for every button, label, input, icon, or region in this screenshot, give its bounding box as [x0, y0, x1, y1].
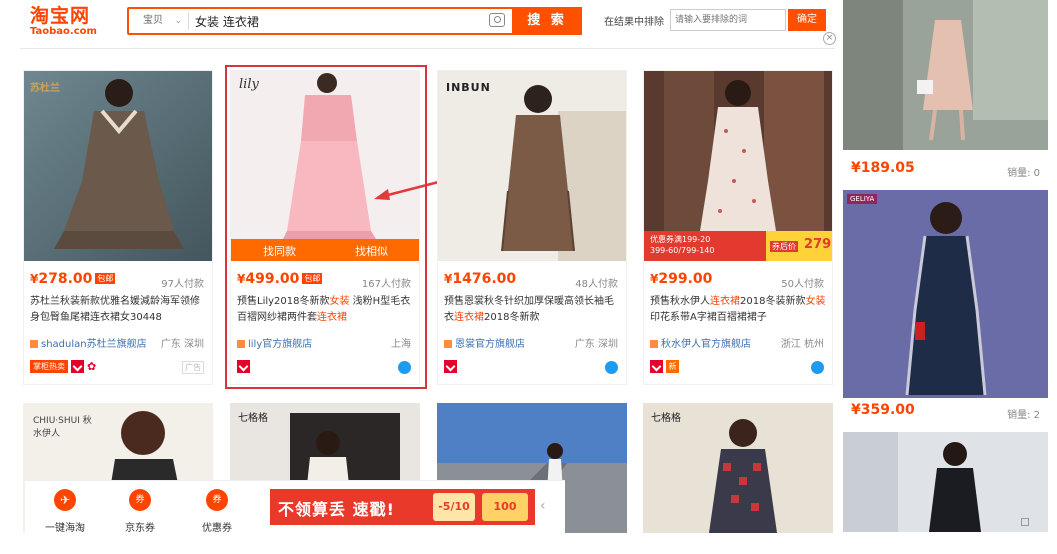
- ticket-icon: 券: [206, 489, 228, 511]
- chevron-down-icon: ⌄: [174, 16, 182, 26]
- sales-count: 48人付款: [575, 279, 618, 290]
- exclude-input[interactable]: [670, 9, 786, 31]
- product-card[interactable]: 七格格: [643, 403, 833, 533]
- coupon-banner: 优惠券满199-20 399-60/799-140: [644, 231, 766, 261]
- side-price: ¥359.00: [851, 402, 915, 418]
- product-image[interactable]: [843, 190, 1048, 398]
- side-product-card[interactable]: [843, 432, 1048, 532]
- toolbar-item-label: 京东券: [125, 523, 155, 534]
- product-image[interactable]: 苏杜兰: [24, 71, 212, 261]
- location: 浙江 杭州: [780, 339, 824, 350]
- side-sales: 销量: 2: [1007, 410, 1040, 421]
- sales-count: 50人付款: [781, 279, 824, 290]
- product-title[interactable]: 苏杜兰秋装新款优雅名媛減龄海军领修身包臀鱼尾裙连衣裙女30448: [30, 294, 208, 326]
- exclude-confirm-button[interactable]: 确定: [788, 9, 826, 31]
- coupon-icon: 券: [129, 489, 151, 511]
- header-divider: [20, 48, 835, 49]
- price: ¥299.00: [650, 271, 713, 287]
- badge-row: 新: [650, 360, 679, 374]
- toolbar-item-coupon[interactable]: 券 优惠券: [187, 489, 247, 534]
- page: { "header": { "logo_cn": "淘宝网", "logo_en…: [0, 0, 1057, 554]
- search-input[interactable]: [195, 11, 485, 31]
- chevron-left-icon[interactable]: ‹: [540, 498, 546, 514]
- taobao-logo[interactable]: 淘宝网 Taobao.com: [30, 6, 110, 40]
- search-box: 宝贝 ⌄ 搜 索: [127, 7, 582, 35]
- wangwang-chat-icon[interactable]: [605, 361, 618, 374]
- brand-logo: CHIU·SHUI 秋水伊人: [33, 416, 92, 439]
- free-shipping-badge: 包邮: [95, 273, 116, 284]
- coupon-chip: -5/10: [433, 493, 475, 521]
- exclude-label: 在结果中排除: [604, 17, 664, 28]
- side-product-card[interactable]: ¥189.05 销量: 0: [843, 0, 1048, 180]
- search-category-label: 宝贝: [143, 15, 163, 26]
- brand-logo: 苏杜兰: [30, 83, 60, 94]
- location: 广东 深圳: [574, 339, 618, 350]
- side-product-card[interactable]: GELIYA ¥359.00 销量: 2: [843, 190, 1048, 425]
- product-image[interactable]: [843, 0, 1048, 150]
- tmall-icon: [650, 360, 663, 373]
- shop-link[interactable]: 恩裳官方旗舰店: [444, 335, 525, 350]
- shop-icon: [650, 340, 658, 348]
- selection-highlight: [225, 65, 427, 389]
- promo-banner[interactable]: 不领算丢 速戳! -5/10 100: [270, 489, 535, 525]
- new-icon: 新: [666, 360, 679, 373]
- product-image[interactable]: [843, 432, 1048, 532]
- shop-link[interactable]: shadulan苏杜兰旗舰店: [30, 335, 147, 350]
- tmall-icon: [444, 360, 457, 373]
- toolbar-item-label: 一键海淘: [45, 523, 85, 534]
- logo-en: Taobao.com: [30, 26, 97, 37]
- product-title[interactable]: 预售恩裳秋冬针织加厚保暖高领长袖毛衣连衣裙2018冬新款: [444, 294, 622, 326]
- wangwang-chat-icon[interactable]: [811, 361, 824, 374]
- product-card[interactable]: 优惠券满199-20 399-60/799-140 券后价 279 ¥299.0…: [643, 70, 833, 385]
- hot-seller-badge: 掌柜热卖: [30, 360, 68, 373]
- product-title[interactable]: 预售秋水伊人连衣裙2018冬装新款女装印花系带A字裙百褶裙裙子: [650, 294, 828, 326]
- shop-icon: [30, 340, 38, 348]
- promo-banner-text: 不领算丢 速戳!: [278, 500, 395, 519]
- shop-icon: [444, 340, 452, 348]
- flower-icon: ✿: [87, 360, 97, 373]
- after-coupon-price: 券后价 279: [766, 231, 832, 261]
- brand-logo: 七格格: [651, 413, 681, 424]
- product-image[interactable]: INBUN: [438, 71, 626, 261]
- airplane-icon: ✈: [54, 489, 76, 511]
- product-image[interactable]: 优惠券满199-20 399-60/799-140 券后价 279: [644, 71, 832, 261]
- price: ¥1476.00: [444, 271, 517, 287]
- side-price: ¥189.05: [851, 160, 915, 176]
- image-icon: [1021, 518, 1029, 526]
- tmall-icon: [71, 360, 84, 373]
- search-category-select[interactable]: 宝贝 ⌄: [133, 12, 189, 30]
- search-button[interactable]: 搜 索: [512, 7, 582, 35]
- badge-row: [444, 360, 460, 374]
- sales-count: 97人付款: [161, 279, 204, 290]
- price: ¥278.00 包邮: [30, 271, 116, 287]
- brand-logo: INBUN: [446, 81, 491, 94]
- close-icon[interactable]: ×: [823, 32, 836, 45]
- coupon-chip: 100: [482, 493, 528, 521]
- product-card[interactable]: INBUN ¥1476.00 48人付款 预售恩裳秋冬针织加厚保暖高领长袖毛衣连…: [437, 70, 627, 385]
- product-card[interactable]: 苏杜兰 ¥278.00 包邮 97人付款 苏杜兰秋装新款优雅名媛減龄海军领修身包臀…: [23, 70, 213, 385]
- brand-logo: GELIYA: [847, 194, 878, 204]
- brand-logo: 七格格: [238, 413, 268, 424]
- camera-icon[interactable]: [489, 13, 505, 27]
- ad-label: 广告: [182, 361, 204, 374]
- toolbar-item-jd-coupon[interactable]: 券 京东券: [110, 489, 170, 534]
- logo-cn: 淘宝网: [30, 5, 91, 27]
- side-sales: 销量: 0: [1007, 168, 1040, 179]
- shop-link[interactable]: 秋水伊人官方旗舰店: [650, 335, 751, 350]
- toolbar-item-haitao[interactable]: ✈ 一键海淘: [35, 489, 95, 534]
- badge-row: 掌柜热卖 ✿: [30, 360, 100, 374]
- toolbar-item-label: 优惠券: [202, 523, 232, 534]
- bottom-toolbar: ✈ 一键海淘 券 京东券 券 优惠券 不领算丢 速戳! -5/10 100: [25, 480, 565, 554]
- location: 广东 深圳: [160, 339, 204, 350]
